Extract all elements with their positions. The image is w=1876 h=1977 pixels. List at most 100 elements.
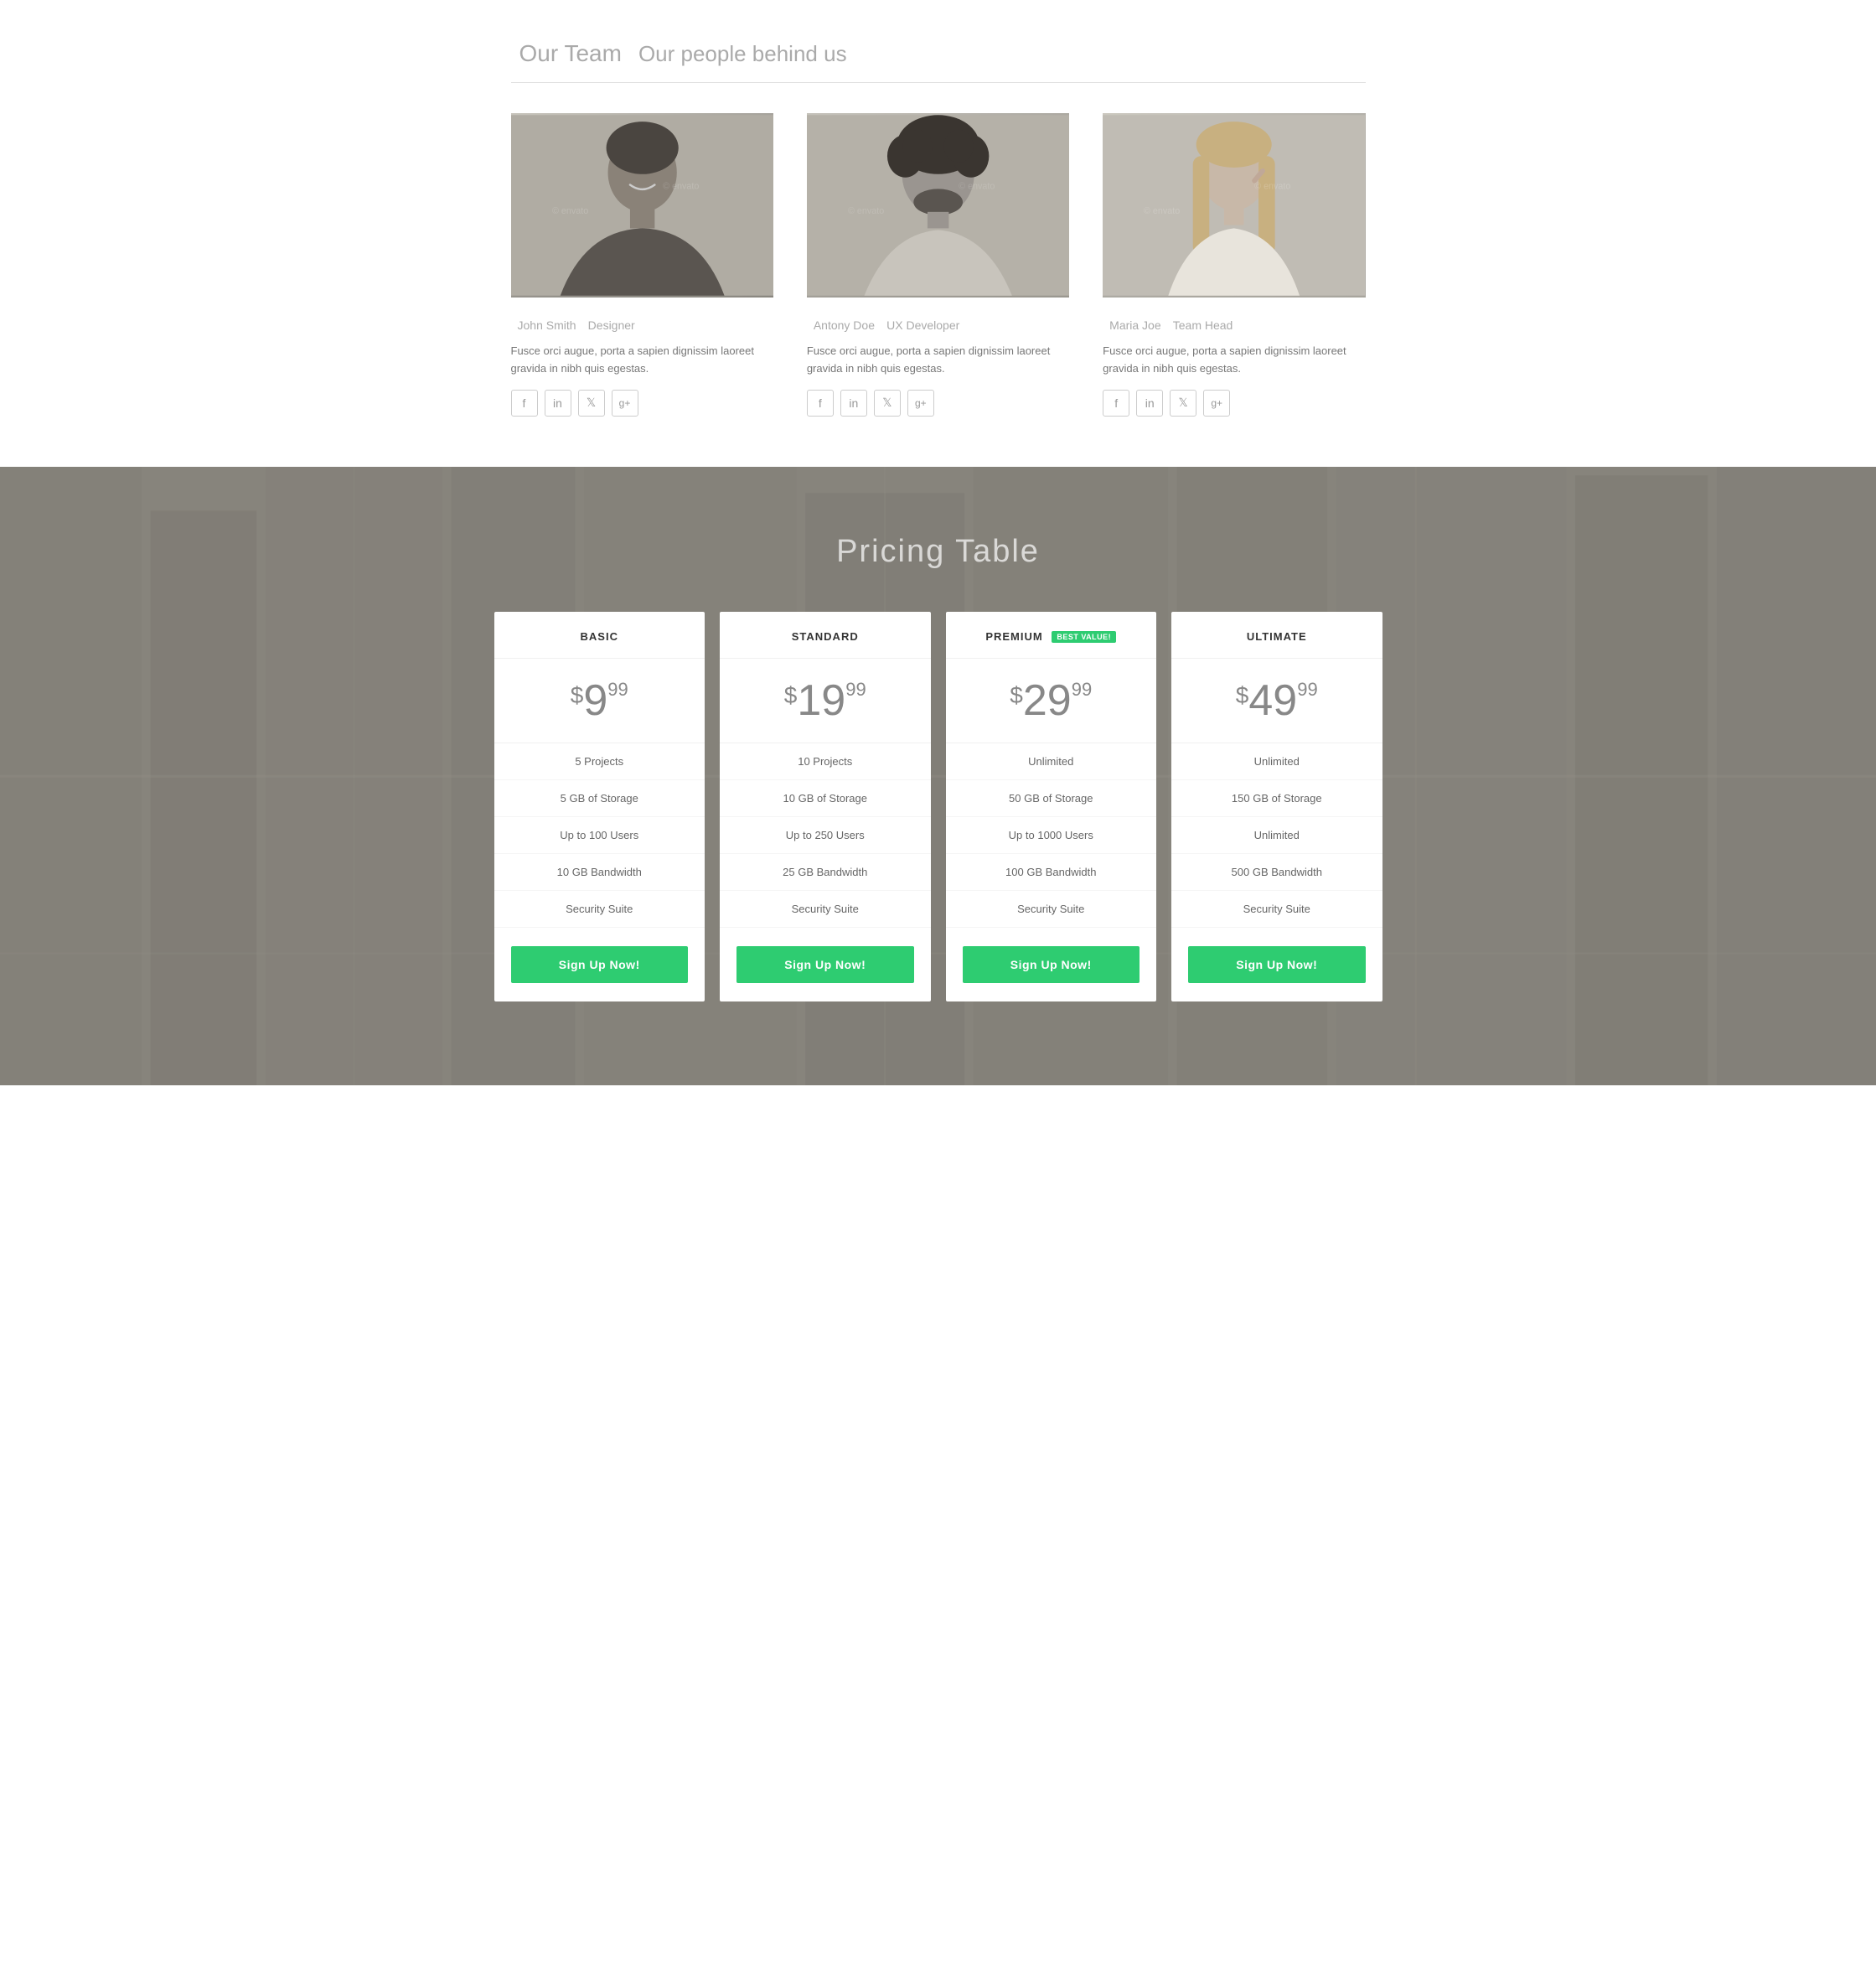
person-silhouette-svg-2: © envato © envato [807,113,1069,298]
team-grid: © envato © envato John Smith Designer Fu… [511,113,1366,417]
plan-price-premium: $2999 [946,659,1157,743]
price-display-standard: $1999 [784,676,866,725]
photo-placeholder-2: © envato © envato [807,113,1069,298]
team-title-main: Our Team [519,40,622,66]
svg-text:© envato: © envato [551,206,587,216]
svg-text:© envato: © envato [1254,181,1290,191]
team-photo-1: © envato © envato [511,113,773,298]
social-icons-3: f in 𝕏 g+ [1103,390,1365,417]
svg-text:© envato: © envato [1144,206,1180,216]
person-silhouette-svg-3: © envato © envato [1103,113,1365,298]
feature-premium-1: 50 GB of Storage [946,780,1157,817]
twitter-icon-2[interactable]: 𝕏 [874,390,901,417]
feature-premium-3: 100 GB Bandwidth [946,854,1157,891]
plan-features-premium: Unlimited 50 GB of Storage Up to 1000 Us… [946,743,1157,928]
plan-header-premium: PREMIUM BEST VALUE! [946,612,1157,660]
feature-standard-4: Security Suite [720,891,931,928]
feature-basic-2: Up to 100 Users [494,817,705,854]
member-name-3: Maria Joe Team Head [1103,313,1365,334]
feature-standard-1: 10 GB of Storage [720,780,931,817]
plan-name-ultimate: ULTIMATE [1180,630,1374,643]
feature-basic-4: Security Suite [494,891,705,928]
pricing-section: Pricing Table BASIC $999 5 Projects 5 GB… [0,467,1876,1086]
plan-footer-basic: Sign Up Now! [494,928,705,1001]
photo-placeholder-1: © envato © envato [511,113,773,298]
feature-premium-4: Security Suite [946,891,1157,928]
plan-name-standard: STANDARD [728,630,922,643]
feature-premium-0: Unlimited [946,743,1157,780]
team-photo-2: © envato © envato [807,113,1069,298]
svg-text:© envato: © envato [848,206,884,216]
price-display-basic: $999 [571,676,628,725]
plan-features-ultimate: Unlimited 150 GB of Storage Unlimited 50… [1171,743,1382,928]
plan-price-standard: $1999 [720,659,931,743]
signup-button-premium[interactable]: Sign Up Now! [963,946,1140,983]
team-card-2: © envato © envato Antony Doe UX Develope… [807,113,1069,417]
feature-ultimate-4: Security Suite [1171,891,1382,928]
feature-ultimate-1: 150 GB of Storage [1171,780,1382,817]
feature-standard-2: Up to 250 Users [720,817,931,854]
feature-basic-3: 10 GB Bandwidth [494,854,705,891]
linkedin-icon-2[interactable]: in [840,390,867,417]
feature-ultimate-3: 500 GB Bandwidth [1171,854,1382,891]
svg-text:© envato: © envato [959,181,995,191]
gplus-icon-1[interactable]: g+ [612,390,638,417]
twitter-icon-1[interactable]: 𝕏 [578,390,605,417]
feature-basic-0: 5 Projects [494,743,705,780]
member-bio-3: Fusce orci augue, porta a sapien digniss… [1103,343,1365,378]
section-divider [511,82,1366,83]
member-name-2: Antony Doe UX Developer [807,313,1069,334]
feature-basic-1: 5 GB of Storage [494,780,705,817]
member-bio-2: Fusce orci augue, porta a sapien digniss… [807,343,1069,378]
plan-footer-standard: Sign Up Now! [720,928,931,1001]
plan-header-basic: BASIC [494,612,705,659]
facebook-icon-1[interactable]: f [511,390,538,417]
feature-standard-0: 10 Projects [720,743,931,780]
team-photo-3: © envato © envato [1103,113,1365,298]
twitter-icon-3[interactable]: 𝕏 [1170,390,1196,417]
pricing-card-basic: BASIC $999 5 Projects 5 GB of Storage Up… [494,612,705,1002]
gplus-icon-2[interactable]: g+ [907,390,934,417]
team-section: Our Team Our people behind us [494,0,1382,467]
price-display-ultimate: $4999 [1236,676,1318,725]
pricing-card-premium: PREMIUM BEST VALUE! $2999 Unlimited 50 G… [946,612,1157,1002]
linkedin-icon-3[interactable]: in [1136,390,1163,417]
feature-premium-2: Up to 1000 Users [946,817,1157,854]
pricing-card-ultimate: ULTIMATE $4999 Unlimited 150 GB of Stora… [1171,612,1382,1002]
team-section-title: Our Team Our people behind us [511,34,1366,69]
feature-ultimate-2: Unlimited [1171,817,1382,854]
plan-name-premium: PREMIUM BEST VALUE! [954,630,1149,644]
pricing-section-title: Pricing Table [494,534,1382,570]
photo-placeholder-3: © envato © envato [1103,113,1365,298]
person-silhouette-svg-1: © envato © envato [511,113,773,298]
plan-header-standard: STANDARD [720,612,931,659]
best-value-badge: BEST VALUE! [1052,631,1116,643]
plan-header-ultimate: ULTIMATE [1171,612,1382,659]
social-icons-1: f in 𝕏 g+ [511,390,773,417]
team-title-sub: Our people behind us [638,41,847,66]
feature-ultimate-0: Unlimited [1171,743,1382,780]
team-card-3: © envato © envato Maria Joe Team Head Fu… [1103,113,1365,417]
member-bio-1: Fusce orci augue, porta a sapien digniss… [511,343,773,378]
linkedin-icon-1[interactable]: in [545,390,571,417]
plan-price-ultimate: $4999 [1171,659,1382,743]
plan-name-basic: BASIC [503,630,697,643]
svg-text:© envato: © envato [663,181,699,191]
pricing-content: Pricing Table BASIC $999 5 Projects 5 GB… [494,534,1382,1002]
plan-footer-ultimate: Sign Up Now! [1171,928,1382,1001]
signup-button-basic[interactable]: Sign Up Now! [511,946,689,983]
member-name-1: John Smith Designer [511,313,773,334]
pricing-grid: BASIC $999 5 Projects 5 GB of Storage Up… [494,612,1382,1002]
signup-button-standard[interactable]: Sign Up Now! [736,946,914,983]
price-display-premium: $2999 [1010,676,1092,725]
gplus-icon-3[interactable]: g+ [1203,390,1230,417]
plan-footer-premium: Sign Up Now! [946,928,1157,1001]
feature-standard-3: 25 GB Bandwidth [720,854,931,891]
social-icons-2: f in 𝕏 g+ [807,390,1069,417]
team-card-1: © envato © envato John Smith Designer Fu… [511,113,773,417]
pricing-card-standard: STANDARD $1999 10 Projects 10 GB of Stor… [720,612,931,1002]
facebook-icon-2[interactable]: f [807,390,834,417]
facebook-icon-3[interactable]: f [1103,390,1129,417]
plan-features-basic: 5 Projects 5 GB of Storage Up to 100 Use… [494,743,705,928]
signup-button-ultimate[interactable]: Sign Up Now! [1188,946,1366,983]
